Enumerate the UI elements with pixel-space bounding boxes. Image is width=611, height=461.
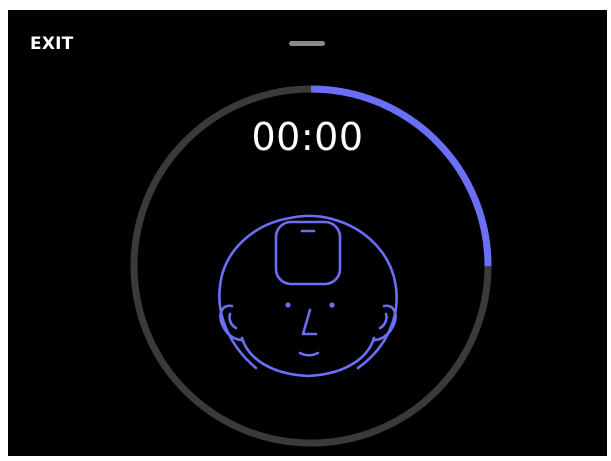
head-with-device-icon [218, 214, 398, 378]
session-screen: EXIT 00:00 [8, 10, 607, 456]
timer-display: 00:00 [251, 115, 364, 159]
